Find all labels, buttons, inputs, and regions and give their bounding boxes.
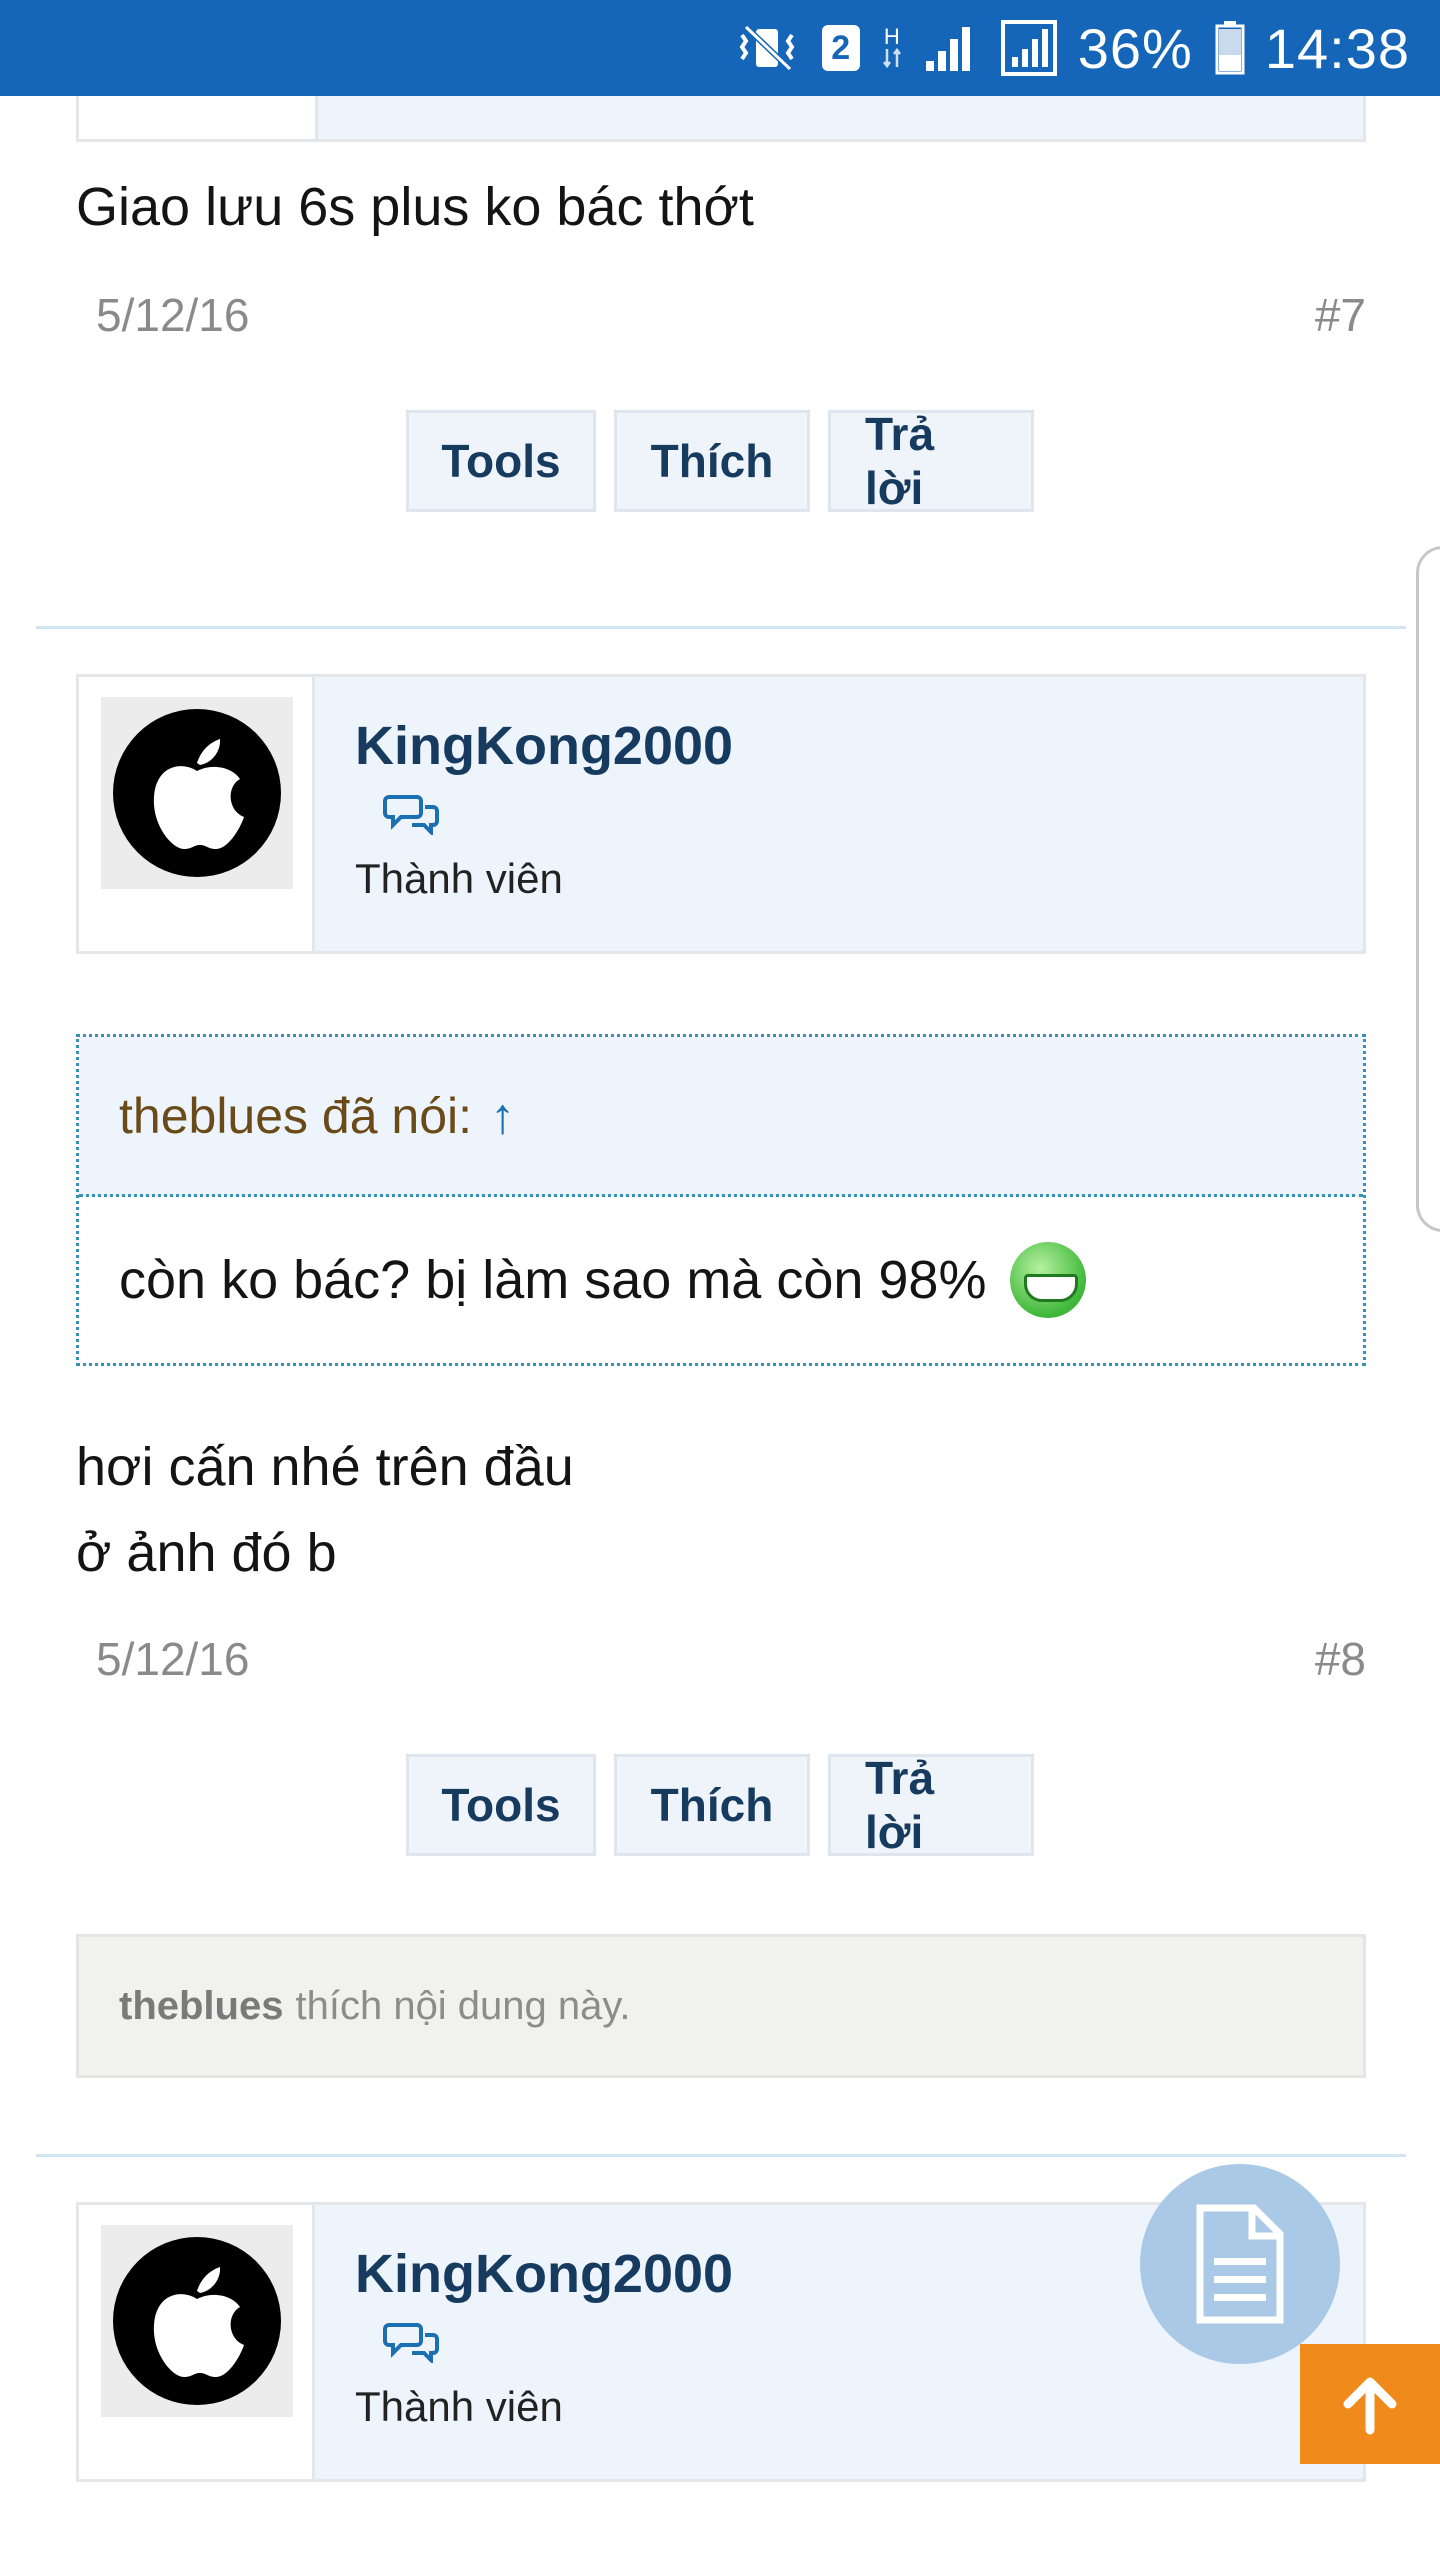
tools-button[interactable]: Tools	[406, 410, 596, 512]
sim-2-icon: 2	[821, 25, 860, 71]
scroll-indicator[interactable]	[1416, 546, 1440, 1232]
apple-logo-icon	[113, 2237, 281, 2405]
post-message: hơi cấn nhé trên đầu ở ảnh đó b	[76, 1424, 574, 1596]
liker-username[interactable]: theblues	[119, 1984, 283, 2029]
message-line: hơi cấn nhé trên đầu	[76, 1437, 574, 1497]
quote-header: theblues đã nói: ↑	[79, 1037, 1363, 1197]
message-line: ở ảnh đó b	[76, 1523, 337, 1583]
post-divider	[36, 2154, 1406, 2157]
post-date[interactable]: 5/12/16	[96, 288, 249, 342]
avatar[interactable]	[101, 2225, 293, 2417]
post-number[interactable]: #7	[1315, 288, 1366, 342]
user-block-clipped	[76, 96, 1366, 142]
grin-smiley-icon	[1010, 1242, 1087, 1318]
conversation-icon[interactable]	[383, 789, 441, 840]
quote-jump-arrow-icon[interactable]: ↑	[490, 1087, 515, 1145]
likes-text: thích nội dung này.	[295, 1983, 631, 2028]
data-arrows-icon: H	[882, 24, 902, 69]
quote-text: còn ko bác? bị làm sao mà còn 98%	[119, 1250, 987, 1310]
post-message: Giao lưu 6s plus ko bác thớt	[76, 177, 754, 237]
username-link[interactable]: KingKong2000	[355, 715, 733, 777]
battery-percent: 36%	[1077, 16, 1193, 80]
avatar-column	[79, 2205, 315, 2479]
clock: 14:38	[1264, 16, 1410, 80]
battery-icon	[1215, 21, 1245, 75]
avatar[interactable]	[101, 697, 293, 889]
reply-button[interactable]: Trả lời	[828, 408, 1034, 514]
avatar-column	[79, 677, 315, 951]
user-role: Thành viên	[355, 2383, 563, 2430]
signal-icon	[924, 23, 978, 73]
document-icon	[1196, 2204, 1284, 2324]
like-button[interactable]: Thích	[614, 1754, 810, 1856]
like-button[interactable]: Thích	[614, 410, 810, 512]
reply-button[interactable]: Trả lời	[828, 1752, 1034, 1858]
tools-button[interactable]: Tools	[406, 1754, 596, 1856]
status-bar: 2 H 36% 14:38	[0, 0, 1440, 96]
user-info-block: KingKong2000 Thành viên	[76, 674, 1366, 954]
likes-summary: theblues thích nội dung này.	[76, 1934, 1366, 2078]
post-actions: Tools Thích Trả lời	[0, 408, 1440, 514]
post-actions: Tools Thích Trả lời	[0, 1752, 1440, 1858]
quote-block: theblues đã nói: ↑ còn ko bác? bị làm sa…	[76, 1034, 1366, 1366]
signal-icon-2	[1000, 19, 1058, 77]
post-number[interactable]: #8	[1315, 1632, 1366, 1686]
post-divider	[36, 626, 1406, 629]
user-role: Thành viên	[355, 855, 563, 902]
sim-slot-number: 2	[821, 25, 860, 71]
scroll-to-top-button[interactable]	[1300, 2344, 1440, 2464]
conversation-icon[interactable]	[383, 2317, 441, 2368]
post-meta: 5/12/16 #8	[96, 1632, 1366, 1686]
network-type: H	[883, 24, 900, 49]
avatar-column	[79, 96, 318, 139]
post-meta: 5/12/16 #7	[96, 288, 1366, 342]
quote-author: theblues đã nói:	[119, 1087, 473, 1144]
new-post-fab[interactable]	[1140, 2164, 1340, 2364]
arrow-up-icon	[1343, 2377, 1397, 2435]
mute-vibrate-icon	[736, 23, 800, 73]
post-date[interactable]: 5/12/16	[96, 1632, 249, 1686]
username-link[interactable]: KingKong2000	[355, 2243, 733, 2305]
apple-logo-icon	[113, 709, 281, 877]
quote-body: còn ko bác? bị làm sao mà còn 98%	[79, 1197, 1363, 1363]
